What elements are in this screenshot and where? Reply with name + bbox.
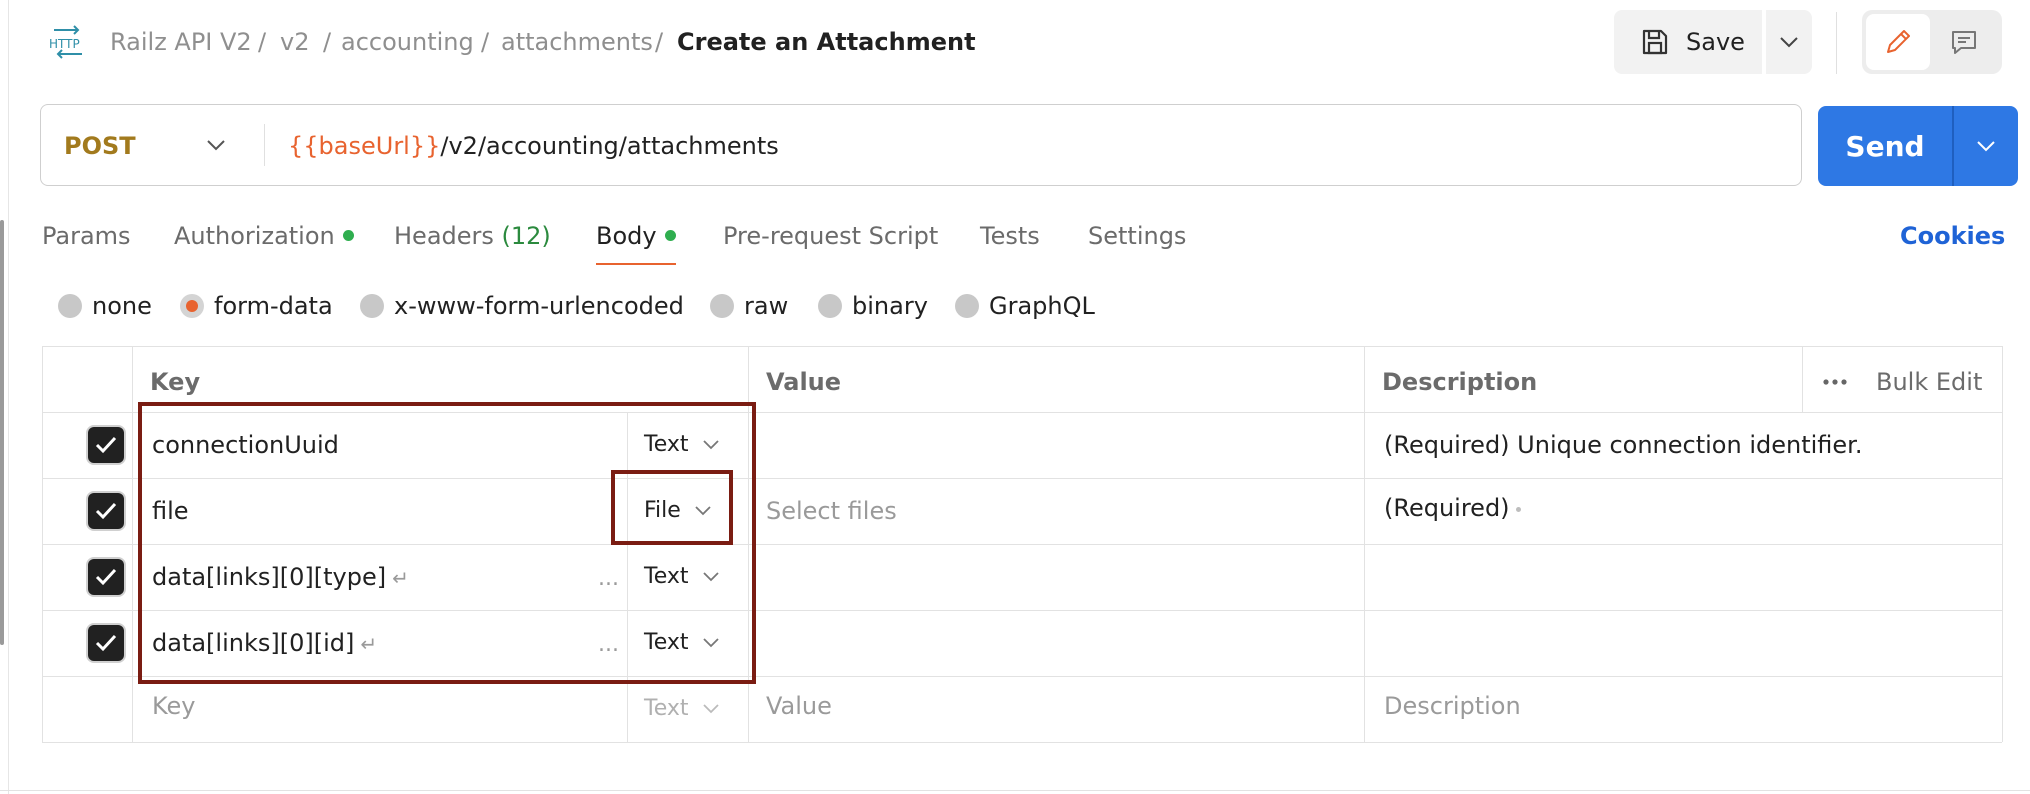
url-variable: {{baseUrl}} bbox=[288, 132, 441, 160]
pencil-icon bbox=[1887, 30, 1910, 53]
send-button[interactable]: Send bbox=[1818, 106, 1952, 186]
column-header-description: Description bbox=[1382, 368, 1538, 396]
radio-raw[interactable] bbox=[710, 294, 734, 318]
sidebar-edge bbox=[8, 0, 9, 794]
tab-label: Headers bbox=[394, 222, 494, 250]
breadcrumb-item-collection[interactable]: Railz API V2 bbox=[110, 26, 252, 58]
edit-mode-button[interactable] bbox=[1866, 14, 1930, 70]
column-header-value: Value bbox=[766, 368, 842, 396]
save-label: Save bbox=[1686, 28, 1745, 56]
radio-form-data[interactable] bbox=[180, 294, 204, 318]
radio-graphql[interactable] bbox=[955, 294, 979, 318]
table-border bbox=[1802, 346, 1803, 412]
radio-label-binary[interactable]: binary bbox=[852, 290, 928, 322]
breadcrumb-separator: / bbox=[481, 28, 490, 56]
radio-label-graphql[interactable]: GraphQL bbox=[989, 290, 1095, 322]
chevron-down-icon[interactable] bbox=[206, 136, 226, 155]
status-dot bbox=[342, 229, 354, 241]
row-checkbox[interactable] bbox=[88, 559, 124, 595]
new-description-input[interactable]: Description bbox=[1384, 688, 1521, 724]
radio-label-none[interactable]: none bbox=[92, 290, 152, 322]
tab-pre-request-script[interactable]: Pre-request Script bbox=[723, 218, 938, 254]
svg-text:HTTP: HTTP bbox=[49, 37, 80, 51]
scrollbar-grip[interactable] bbox=[0, 220, 4, 645]
tab-authorization[interactable]: Authorization bbox=[174, 218, 354, 254]
tab-label: Authorization bbox=[174, 222, 335, 250]
method-select[interactable]: POST bbox=[64, 130, 136, 162]
comment-icon bbox=[1952, 31, 1976, 54]
url-divider bbox=[264, 124, 265, 166]
breadcrumb-separator: / bbox=[655, 28, 664, 56]
comment-mode-button[interactable] bbox=[1932, 14, 1996, 70]
save-options-button[interactable] bbox=[1766, 10, 1812, 74]
check-icon bbox=[95, 436, 117, 454]
panel-bottom-border bbox=[0, 790, 2030, 791]
http-request-icon: HTTP bbox=[48, 24, 88, 60]
tab-headers[interactable]: Headers (12) bbox=[394, 218, 551, 254]
radio-label-form-data[interactable]: form-data bbox=[214, 290, 333, 322]
radio-label-raw[interactable]: raw bbox=[744, 290, 788, 322]
new-type-select[interactable]: Text bbox=[644, 691, 719, 727]
table-border bbox=[132, 346, 133, 742]
page-title[interactable]: Create an Attachment bbox=[677, 26, 976, 58]
tab-params[interactable]: Params bbox=[42, 218, 131, 254]
breadcrumb-item-attachments[interactable]: attachments bbox=[501, 26, 653, 58]
url-path: /v2/accounting/attachments bbox=[440, 132, 779, 160]
type-label: Text bbox=[644, 696, 689, 721]
description-text: (Required) bbox=[1384, 494, 1510, 522]
tab-tests[interactable]: Tests bbox=[980, 218, 1040, 254]
active-tab-indicator bbox=[596, 263, 676, 265]
check-icon bbox=[95, 502, 117, 520]
new-key-input[interactable]: Key bbox=[152, 688, 196, 724]
radio-none[interactable] bbox=[58, 294, 82, 318]
description-cell[interactable]: (Required) bbox=[1384, 490, 1521, 526]
cookies-link[interactable]: Cookies bbox=[1900, 218, 2005, 254]
breadcrumb-item-accounting[interactable]: accounting bbox=[341, 26, 474, 58]
more-options-icon[interactable] bbox=[1822, 372, 1848, 396]
radio-x-www-form-urlencoded[interactable] bbox=[360, 294, 384, 318]
chevron-down-icon bbox=[1780, 37, 1798, 48]
truncation-dot bbox=[1515, 506, 1521, 512]
bulk-edit-link[interactable]: Bulk Edit bbox=[1876, 364, 1982, 400]
radio-label-x-www-form-urlencoded[interactable]: x-www-form-urlencoded bbox=[394, 290, 684, 322]
row-checkbox[interactable] bbox=[88, 493, 124, 529]
url-input[interactable]: {{baseUrl}}/v2/accounting/attachments bbox=[288, 128, 779, 164]
row-checkbox[interactable] bbox=[88, 427, 124, 463]
radio-binary[interactable] bbox=[818, 294, 842, 318]
table-border bbox=[1364, 346, 1365, 742]
table-border bbox=[42, 346, 2002, 347]
save-icon bbox=[1642, 29, 1668, 55]
table-border bbox=[2002, 346, 2003, 742]
column-header-key: Key bbox=[150, 368, 201, 396]
chevron-down-icon bbox=[702, 704, 719, 714]
chevron-down-icon bbox=[1977, 141, 1995, 152]
table-border bbox=[42, 742, 2002, 743]
tab-body[interactable]: Body bbox=[596, 218, 676, 254]
save-button[interactable]: Save bbox=[1614, 10, 1762, 74]
tab-settings[interactable]: Settings bbox=[1088, 218, 1186, 254]
select-files-input[interactable]: Select files bbox=[766, 493, 897, 529]
annotation-highlight-file-type bbox=[611, 470, 733, 545]
header-divider bbox=[1836, 12, 1837, 74]
breadcrumb-separator: / bbox=[258, 28, 267, 56]
send-options-button[interactable] bbox=[1954, 106, 2018, 186]
status-dot bbox=[664, 229, 676, 241]
row-checkbox[interactable] bbox=[88, 625, 124, 661]
tab-label: Body bbox=[596, 222, 657, 250]
headers-count-badge: (12) bbox=[501, 222, 551, 250]
description-cell[interactable]: (Required) Unique connection identifier. bbox=[1384, 427, 1862, 463]
check-icon bbox=[95, 634, 117, 652]
breadcrumb-separator: / bbox=[323, 28, 332, 56]
table-border bbox=[42, 346, 43, 742]
new-value-input[interactable]: Value bbox=[766, 688, 832, 724]
check-icon bbox=[95, 568, 117, 586]
breadcrumb-item-v2[interactable]: v2 bbox=[280, 26, 309, 58]
